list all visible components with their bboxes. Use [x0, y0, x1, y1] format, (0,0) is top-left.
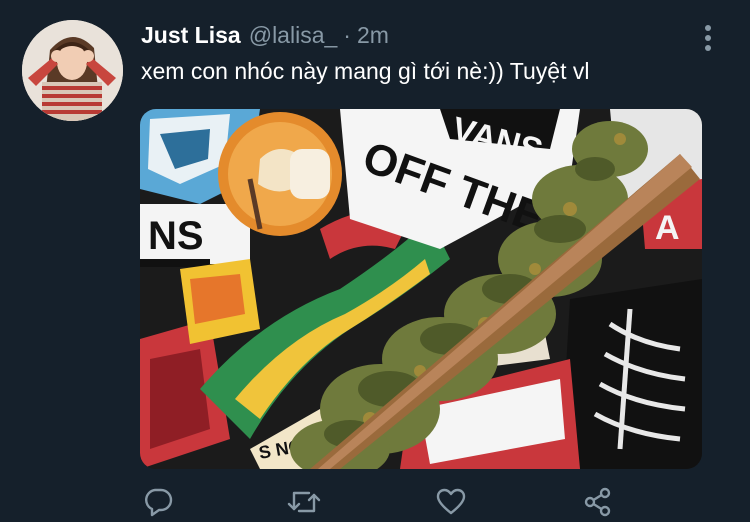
svg-text:NS: NS [148, 214, 204, 258]
share-icon [584, 487, 611, 517]
reply-icon [145, 488, 173, 517]
timestamp[interactable]: 2m [357, 22, 389, 49]
heart-icon [436, 488, 466, 515]
tweet[interactable]: Just Lisa @lalisa_ · 2m xem con nhóc này… [0, 0, 750, 522]
avatar[interactable] [22, 20, 123, 121]
more-options-button[interactable] [696, 24, 720, 52]
tweet-header: Just Lisa @lalisa_ · 2m [141, 22, 389, 52]
svg-text:A: A [655, 209, 680, 247]
share-button[interactable] [580, 484, 616, 520]
display-name[interactable]: Just Lisa [141, 22, 241, 49]
more-vertical-icon [705, 25, 711, 51]
reply-button[interactable] [140, 484, 176, 520]
tweet-actions [140, 484, 630, 522]
separator-dot: · [343, 22, 351, 48]
user-handle[interactable]: @lalisa_ [249, 22, 338, 49]
tweet-image[interactable]: NS S NOT OFF THE VANS A [140, 109, 702, 469]
like-button[interactable] [433, 484, 469, 520]
retweet-button[interactable] [286, 484, 322, 520]
retweet-icon [287, 491, 321, 513]
tweet-text: xem con nhóc này mang gì tới nè:)) Tuyệt… [141, 58, 590, 84]
